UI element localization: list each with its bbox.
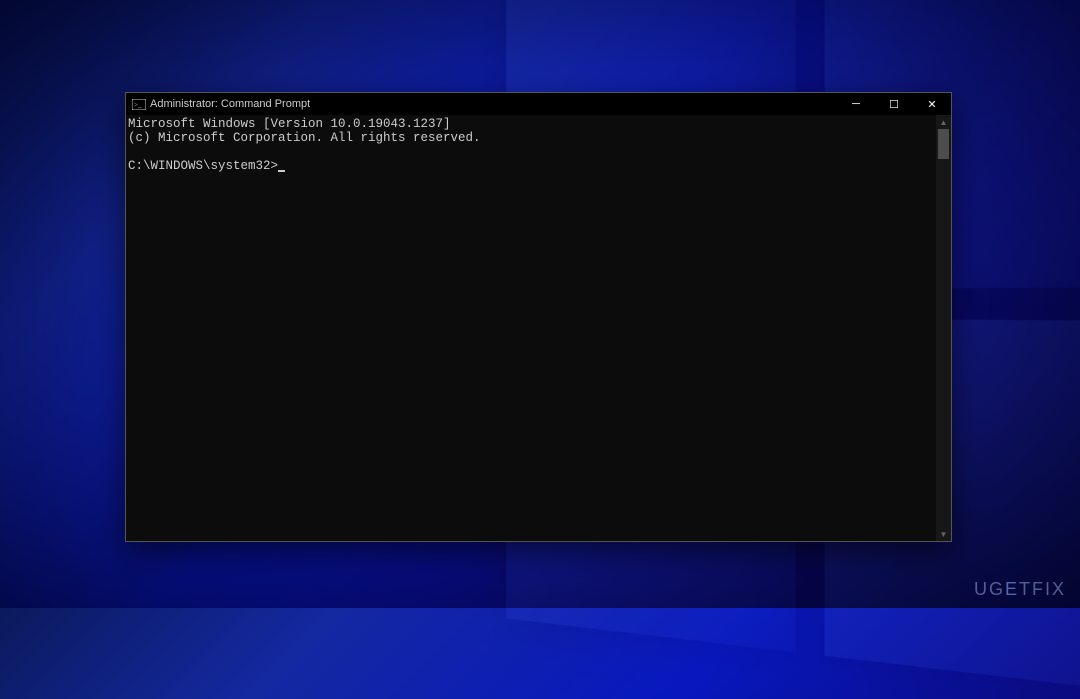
terminal-prompt: C:\WINDOWS\system32> [128, 159, 278, 173]
watermark-prefix: UG [974, 579, 1005, 599]
chevron-up-icon: ▲ [940, 118, 948, 127]
titlebar[interactable]: >_ Administrator: Command Prompt ─ ☐ ✕ [126, 93, 951, 115]
terminal-output[interactable]: Microsoft Windows [Version 10.0.19043.12… [126, 115, 936, 541]
maximize-button[interactable]: ☐ [875, 93, 913, 115]
command-prompt-window: >_ Administrator: Command Prompt ─ ☐ ✕ M… [125, 92, 952, 542]
chevron-down-icon: ▼ [940, 530, 948, 539]
watermark-accent: E [1005, 579, 1019, 599]
terminal-area: Microsoft Windows [Version 10.0.19043.12… [126, 115, 951, 541]
scroll-thumb[interactable] [938, 129, 949, 159]
close-button[interactable]: ✕ [913, 93, 951, 115]
terminal-line-version: Microsoft Windows [Version 10.0.19043.12… [128, 117, 451, 131]
scroll-down-button[interactable]: ▼ [936, 527, 951, 541]
svg-text:>_: >_ [134, 101, 142, 109]
vertical-scrollbar[interactable]: ▲ ▼ [936, 115, 951, 541]
watermark-logo: UGETFIX [974, 579, 1066, 600]
terminal-cursor [278, 170, 285, 172]
minimize-icon: ─ [852, 98, 860, 110]
window-title: Administrator: Command Prompt [150, 98, 310, 110]
watermark-suffix: TFIX [1019, 579, 1066, 599]
terminal-line-copyright: (c) Microsoft Corporation. All rights re… [128, 131, 481, 145]
maximize-icon: ☐ [889, 98, 899, 111]
scroll-up-button[interactable]: ▲ [936, 115, 951, 129]
close-icon: ✕ [927, 98, 936, 111]
minimize-button[interactable]: ─ [837, 93, 875, 115]
scroll-track[interactable] [936, 129, 951, 527]
cmd-icon: >_ [132, 98, 146, 110]
